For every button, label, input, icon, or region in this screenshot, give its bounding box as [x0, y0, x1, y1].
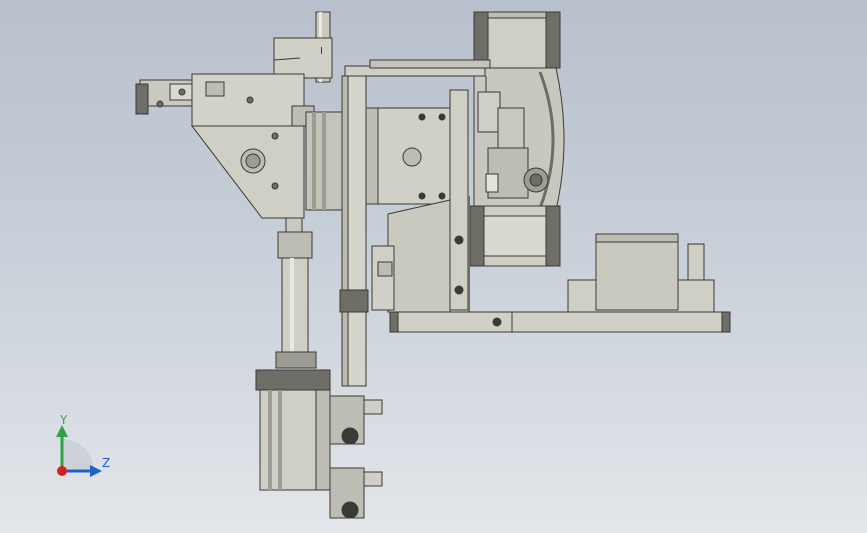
- bottom-servo-motor: [255, 369, 331, 491]
- y-axis-label: Y: [60, 413, 68, 427]
- main-vertical-column: [339, 75, 369, 387]
- cad-viewport[interactable]: I Y Z: [0, 0, 867, 533]
- pneumatic-fittings: [329, 395, 383, 519]
- center-stepper-motor: [305, 107, 455, 211]
- marker-label: I: [320, 46, 323, 57]
- z-axis-label: Z: [102, 456, 111, 470]
- side-plate: [449, 89, 469, 311]
- gripper-block: [135, 37, 333, 219]
- lead-screw-assembly: [275, 217, 317, 369]
- axis-triad: [56, 425, 102, 477]
- base-rail: [389, 311, 731, 333]
- rail-cabinet: [567, 233, 715, 313]
- assembly-model[interactable]: I: [0, 0, 867, 533]
